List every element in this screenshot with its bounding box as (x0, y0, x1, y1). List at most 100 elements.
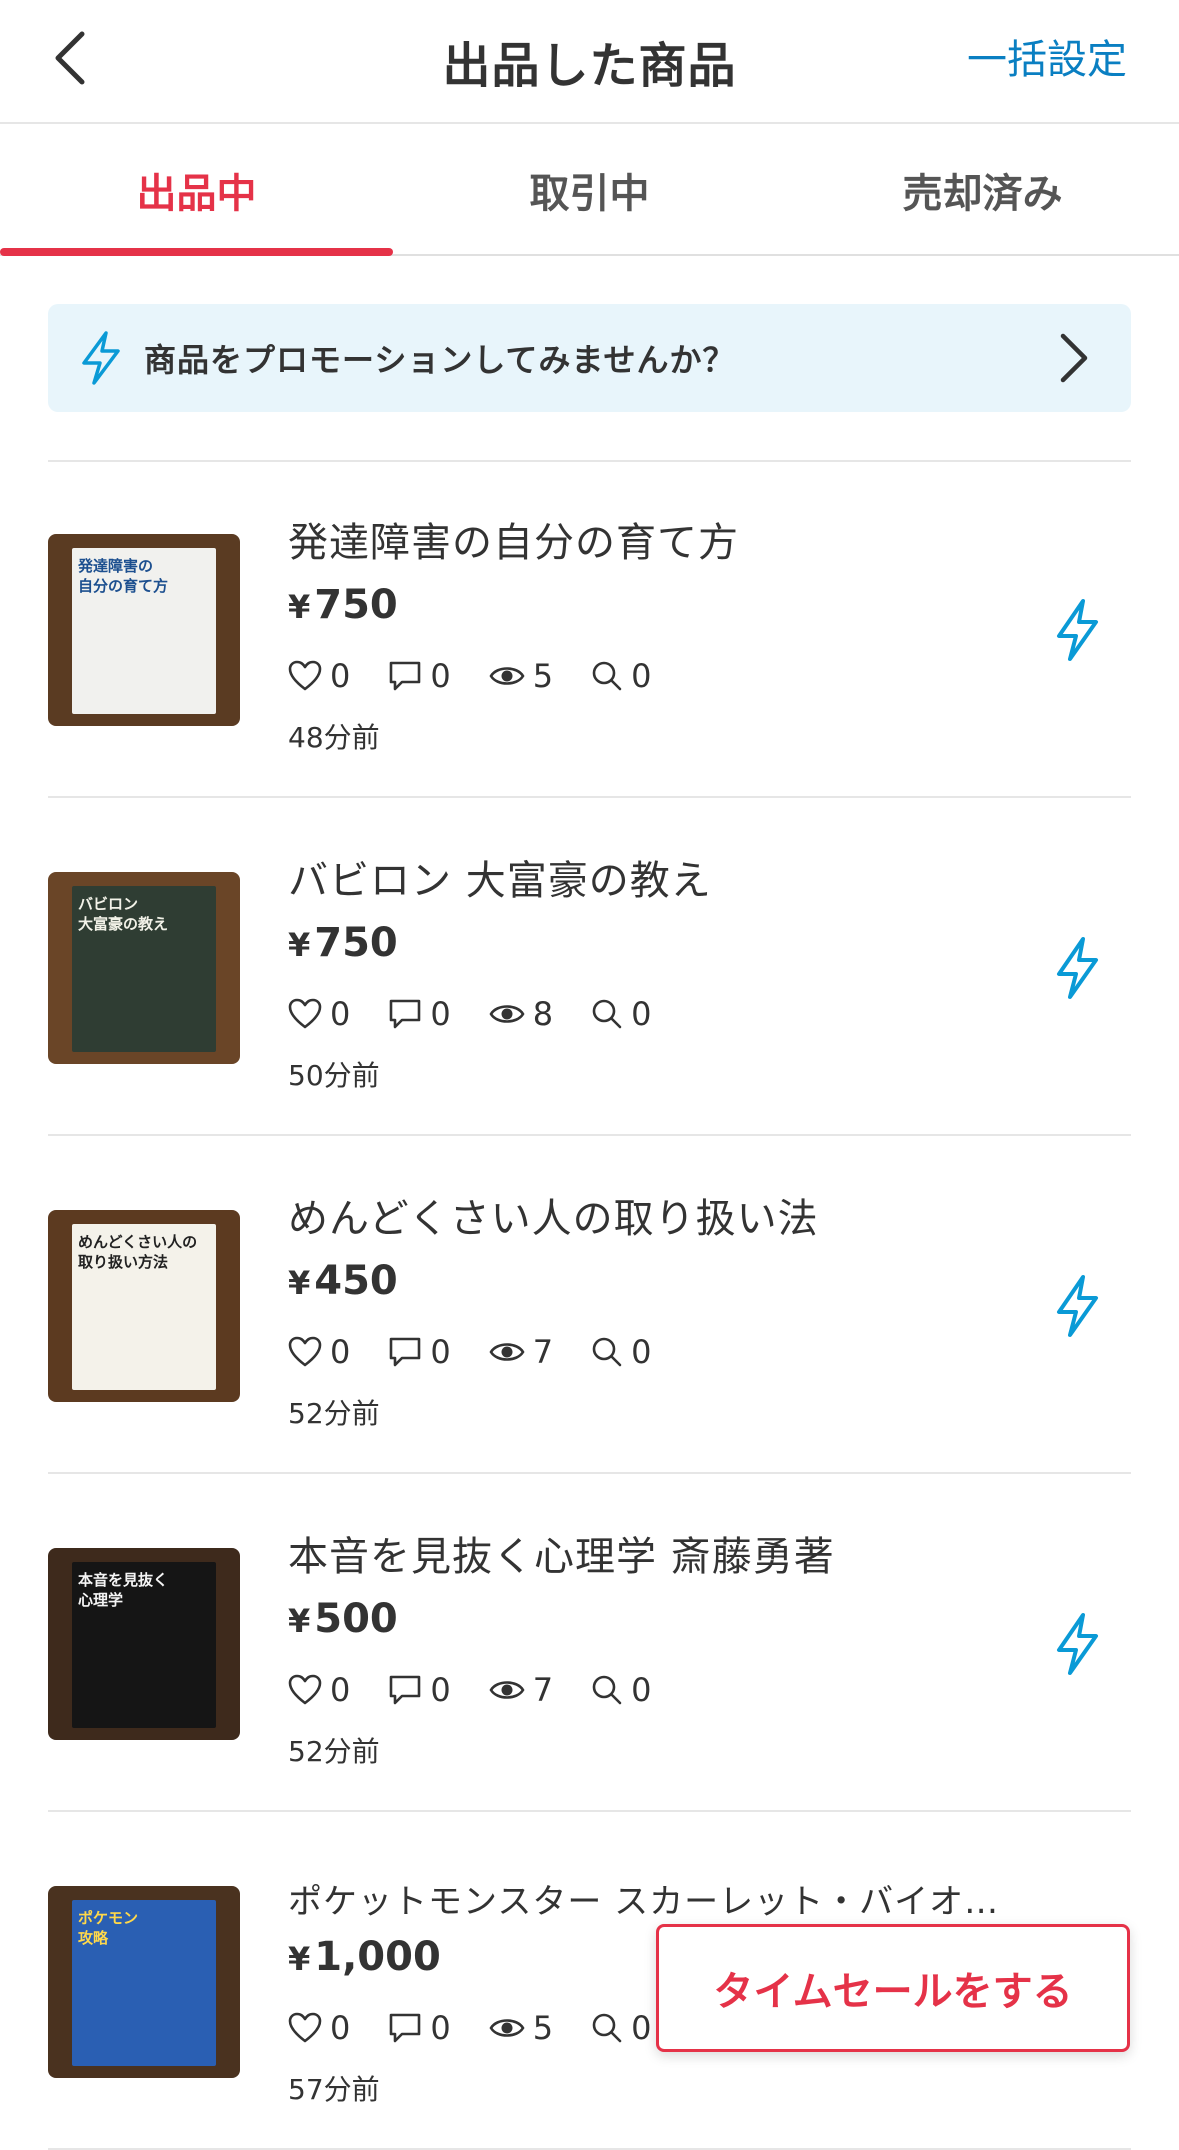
search-icon (592, 1675, 622, 1705)
item-stats: 0 0 5 0 (288, 654, 689, 698)
likes-count: 0 (330, 2009, 351, 2047)
heart-icon (288, 1336, 322, 1367)
item-thumbnail[interactable]: めんどくさい人の 取り扱い方法 (48, 1210, 240, 1402)
app-header: 出品した商品 一括設定 (0, 0, 1179, 124)
currency-symbol: ¥ (288, 1940, 311, 1978)
eye-icon (489, 1343, 525, 1361)
likes-stat: 0 (288, 995, 350, 1033)
views-count: 5 (532, 657, 554, 695)
comments-count: 0 (430, 1333, 451, 1371)
cover-text: 本音を見抜く (78, 1571, 169, 1589)
lightning-icon (1057, 1613, 1098, 1675)
tab-sold[interactable]: 売却済み (786, 126, 1179, 254)
likes-stat: 0 (288, 1671, 350, 1709)
promote-button[interactable] (1051, 1612, 1103, 1676)
views-stat: 5 (489, 2009, 553, 2047)
likes-count: 0 (330, 657, 351, 695)
searches-count: 0 (631, 2009, 652, 2047)
promotion-banner[interactable]: 商品をプロモーションしてみませんか？ (48, 304, 1131, 412)
item-thumbnail[interactable]: ポケモン 攻略 (48, 1886, 240, 2078)
item-row[interactable]: 本音を見抜く 心理学 本音を見抜く心理学 斎藤勇著 ¥500 0 0 7 0 52分前 (48, 1476, 1131, 1812)
cover-text: 自分の育て方 (78, 577, 169, 595)
item-price: ¥450 (288, 1258, 398, 1304)
back-button[interactable] (40, 26, 100, 90)
item-timestamp: 48分前 (288, 721, 380, 754)
item-thumbnail[interactable]: 発達障害の自分の育て方 (48, 534, 240, 726)
tab-label: 売却済み (902, 171, 1063, 217)
item-timestamp: 57分前 (288, 2073, 380, 2106)
comment-icon (390, 1337, 421, 1367)
search-icon (592, 661, 622, 691)
comments-stat: 0 (388, 1671, 451, 1709)
tab-trading[interactable]: 取引中 (393, 126, 786, 254)
item-stats: 0 0 7 0 (288, 1330, 689, 1374)
likes-count: 0 (330, 995, 351, 1033)
likes-stat: 0 (288, 1333, 350, 1371)
likes-count: 0 (330, 1333, 351, 1371)
tab-label: 出品中 (136, 171, 257, 217)
currency-symbol: ¥ (288, 1602, 311, 1640)
views-stat: 8 (489, 995, 553, 1033)
price-value: 750 (314, 920, 398, 966)
item-thumbnail[interactable]: 本音を見抜く 心理学 (48, 1548, 240, 1740)
book-cover: ポケモン 攻略 (72, 1900, 216, 2066)
comment-icon (390, 2013, 421, 2043)
price-value: 500 (314, 1596, 398, 1642)
comments-count: 0 (430, 995, 451, 1033)
price-value: 1,000 (314, 1934, 441, 1980)
item-row[interactable]: 発達障害の 自分の育て方 発達障害の自分の育て方 ¥750 0 0 5 0 48分前 (48, 462, 1131, 798)
promotion-text: 商品をプロモーションしてみませんか？ (144, 341, 736, 379)
searches-stat: 0 (591, 1671, 651, 1709)
search-icon (592, 2013, 622, 2043)
item-title[interactable]: めんどくさい人の取り扱い法 (288, 1186, 819, 1244)
cover-text: 取り扱い方法 (78, 1253, 169, 1271)
book-cover: バビロン 大富豪の教え (72, 886, 216, 1052)
heart-icon (288, 660, 322, 691)
cover-text: ポケモン (78, 1909, 139, 1927)
cover-text: 攻略 (78, 1929, 109, 1947)
views-count: 7 (532, 1333, 554, 1371)
heart-icon (288, 2012, 322, 2043)
heart-icon (288, 1674, 322, 1705)
views-stat: 5 (489, 657, 553, 695)
item-timestamp: 50分前 (288, 1059, 380, 1092)
searches-stat: 0 (591, 657, 651, 695)
item-title[interactable]: バビロン 大富豪の教え (288, 848, 712, 906)
item-title[interactable]: ポケットモンスター スカーレット・バイオ… (288, 1874, 999, 1923)
likes-count: 0 (330, 1671, 351, 1709)
cover-text: バビロン (78, 895, 139, 913)
promote-button[interactable] (1051, 936, 1103, 1000)
promote-button[interactable] (1051, 1274, 1103, 1338)
book-cover: 本音を見抜く 心理学 (72, 1562, 216, 1728)
searches-stat: 0 (591, 1333, 651, 1371)
item-title[interactable]: 発達障害の自分の育て方 (288, 510, 739, 568)
item-thumbnail[interactable]: バビロン 大富豪の教え (48, 872, 240, 1064)
book-cover: めんどくさい人の 取り扱い方法 (72, 1224, 216, 1390)
time-sale-button[interactable]: タイムセールをする (656, 1924, 1130, 2052)
item-row[interactable]: めんどくさい人の 取り扱い方法 めんどくさい人の取り扱い法 ¥450 0 0 7 0 52分前 (48, 1138, 1131, 1474)
currency-symbol: ¥ (288, 1264, 311, 1302)
lightning-icon (1057, 937, 1098, 999)
tab-listing[interactable]: 出品中 (0, 126, 393, 256)
likes-stat: 0 (288, 2009, 350, 2047)
searches-stat: 0 (591, 2009, 651, 2047)
page-title: 出品した商品 (442, 38, 737, 94)
item-timestamp: 52分前 (288, 1397, 380, 1430)
searches-stat: 0 (591, 995, 651, 1033)
item-price: ¥1,000 (288, 1934, 441, 1980)
item-price: ¥750 (288, 920, 398, 966)
eye-icon (489, 667, 525, 685)
item-price: ¥750 (288, 582, 398, 628)
comments-stat: 0 (388, 657, 451, 695)
item-row[interactable]: バビロン 大富豪の教え バビロン 大富豪の教え ¥750 0 0 8 0 50分前 (48, 800, 1131, 1136)
item-title[interactable]: 本音を見抜く心理学 斎藤勇著 (288, 1524, 835, 1582)
promote-button[interactable] (1051, 598, 1103, 662)
chevron-left-icon (55, 31, 85, 85)
cover-text: 発達障害の (78, 557, 154, 575)
searches-count: 0 (631, 1671, 652, 1709)
bulk-settings-button[interactable]: 一括設定 (967, 30, 1127, 90)
chevron-right-icon (1060, 333, 1088, 383)
comments-stat: 0 (388, 2009, 451, 2047)
views-count: 7 (532, 1671, 554, 1709)
comments-stat: 0 (388, 995, 451, 1033)
